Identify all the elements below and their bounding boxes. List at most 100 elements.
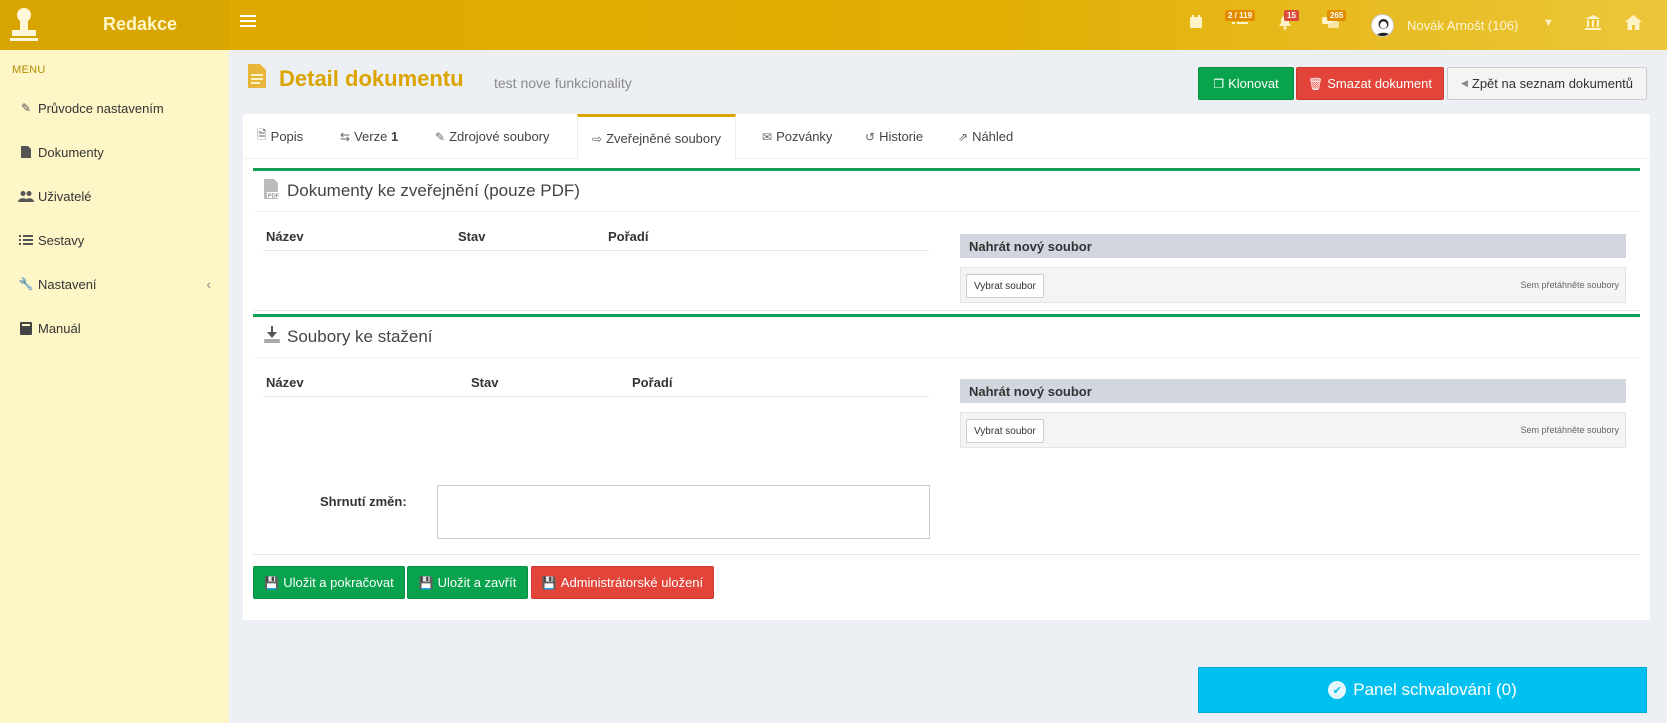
summary-label: Shrnutí změn: (320, 494, 407, 509)
sidebar-item-label: Manuál (38, 320, 81, 336)
sidebar-item-setup-wizard[interactable]: ✎ Průvodce nastavením (0, 90, 229, 126)
clone-button[interactable]: ❐ Klonovat (1198, 67, 1294, 100)
approval-panel-label: Panel schvalování (1353, 680, 1492, 699)
download-icon (263, 325, 281, 349)
document-icon (18, 144, 34, 160)
sidebar-item-label: Sestavy (38, 232, 85, 248)
upload-section-title: Nahrát nový soubor (960, 379, 1626, 403)
table-divider (263, 396, 929, 397)
admin-save-button[interactable]: 💾 Administrátorské uložení (531, 566, 714, 599)
sidebar-item-settings[interactable]: 🔧 Nastavení ‹ (0, 266, 229, 302)
tab-published-files[interactable]: ⇨ Zveřejněné soubory (577, 114, 736, 160)
save-icon: 💾 (541, 575, 557, 590)
sidebar-item-label: Průvodce nastavením (38, 100, 164, 116)
download-box-header: Soubory ke stažení (253, 317, 1640, 358)
history-icon: ↺ (865, 129, 876, 144)
drop-hint: Sem přetáhněte soubory (1520, 280, 1619, 290)
envelope-icon: ✉ (762, 129, 773, 144)
tab-label: Pozvánky (776, 129, 833, 144)
sidebar-item-reports[interactable]: Sestavy (0, 222, 229, 258)
user-dropdown-icon[interactable]: ▼ (1543, 17, 1554, 29)
tab-versions[interactable]: ⇆ Verze 1 (326, 114, 412, 159)
check-circle-icon: ✔ (1328, 681, 1347, 699)
stamp-logo-icon (10, 8, 38, 41)
brand-title: Redakce (103, 14, 178, 34)
save-icon: 💾 (264, 575, 280, 590)
sidebar-item-label: Dokumenty (38, 144, 104, 160)
messages-badge: 265 (1327, 10, 1347, 21)
list-icon (18, 232, 34, 248)
approval-panel-button[interactable]: ✔ Panel schvalování (0) (1198, 667, 1647, 713)
published-documents-box: PDF Dokumenty ke zveřejnění (pouze PDF) … (253, 168, 1640, 310)
sidebar: MENU ✎ Průvodce nastavením Dokumenty Uži… (0, 50, 229, 723)
sidebar-item-users[interactable]: Uživatelé (0, 178, 229, 214)
sidebar-item-label: Uživatelé (38, 188, 92, 204)
user-name[interactable]: Novák Arnošt (106) (1407, 18, 1518, 33)
summary-textarea[interactable] (437, 485, 930, 539)
back-to-list-button[interactable]: ◀ Zpět na seznam dokumentů (1447, 67, 1647, 100)
tab-bar: 🗎 Popis ⇆ Verze 1 ✎ Zdrojové soubory ⇨ Z… (243, 114, 1650, 160)
tab-history[interactable]: ↺ Historie (851, 114, 937, 159)
column-name: Název (266, 229, 304, 244)
save-close-button[interactable]: 💾 Uložit a zavřít (407, 566, 528, 599)
back-label: Zpět na seznam dokumentů (1471, 76, 1634, 91)
document-detail-card: 🗎 Popis ⇆ Verze 1 ✎ Zdrojové soubory ⇨ Z… (243, 114, 1650, 620)
box-divider (253, 310, 1640, 311)
column-order: Pořadí (632, 375, 673, 390)
upload-section-title: Nahrát nový soubor (960, 234, 1626, 258)
save-continue-label: Uložit a pokračovat (283, 575, 394, 590)
sidebar-item-label: Nastavení (38, 276, 97, 292)
exchange-icon: ⇆ (340, 129, 351, 144)
svg-text:PDF: PDF (268, 193, 280, 199)
tab-label: Náhled (972, 129, 1014, 144)
column-order: Pořadí (608, 229, 649, 244)
tab-invitations[interactable]: ✉ Pozvánky (748, 114, 846, 159)
trash-icon: 🗑 (1307, 76, 1324, 91)
tasks-badge: 2 / 119 (1225, 10, 1256, 21)
download-box-title: Soubory ke stažení (287, 327, 433, 346)
brand-area[interactable]: Redakce (0, 0, 229, 50)
column-status: Stav (471, 375, 499, 390)
document-title-icon (248, 64, 266, 88)
upload-dropzone[interactable]: Vybrat soubor Sem přetáhněte soubory (960, 412, 1626, 448)
upload-dropzone[interactable]: Vybrat soubor Sem přetáhněte soubory (960, 267, 1626, 303)
caret-left-icon: ◀ (1460, 78, 1468, 88)
book-icon (18, 320, 34, 336)
sidebar-item-documents[interactable]: Dokumenty (0, 134, 229, 170)
save-continue-button[interactable]: 💾 Uložit a pokračovat (253, 566, 405, 599)
choose-file-button[interactable]: Vybrat soubor (966, 274, 1044, 298)
menu-label: MENU (12, 64, 46, 76)
menu-toggle-icon[interactable] (240, 15, 256, 29)
home-icon[interactable] (1625, 15, 1642, 35)
approval-panel-count: (0) (1495, 680, 1517, 699)
column-name: Název (266, 375, 304, 390)
file-text-icon: 🗎 (257, 128, 267, 142)
user-avatar[interactable] (1371, 14, 1394, 37)
file-export-icon: ⇨ (592, 131, 603, 146)
tab-source-files[interactable]: ✎ Zdrojové soubory (421, 114, 564, 159)
delete-document-button[interactable]: 🗑 Smazat dokument (1296, 67, 1444, 100)
choose-file-button[interactable]: Vybrat soubor (966, 419, 1044, 443)
page-title: Detail dokumentu (279, 66, 464, 91)
tab-preview[interactable]: ⇗ Náhled (944, 114, 1027, 159)
drop-hint: Sem přetáhněte soubory (1520, 425, 1619, 435)
copy-icon: ❐ (1213, 76, 1225, 91)
users-icon (18, 188, 34, 204)
top-bar: Redakce 2 / 119 15 265 Novák Arnošt (106… (0, 0, 1667, 50)
published-box-header: PDF Dokumenty ke zveřejnění (pouze PDF) (253, 171, 1640, 212)
page-subtitle: test nove funkcionality (494, 75, 632, 91)
chevron-left-icon[interactable]: ‹ (206, 276, 211, 292)
versions-count: 1 (390, 129, 399, 144)
file-edit-icon: ✎ (435, 129, 446, 144)
bank-icon[interactable] (1585, 15, 1601, 35)
wrench-icon: 🔧 (18, 277, 34, 291)
table-divider (263, 250, 929, 251)
calendar-icon[interactable] (1189, 15, 1203, 34)
clone-label: Klonovat (1228, 76, 1279, 91)
pencil-icon: ✎ (20, 101, 32, 115)
tab-label: Verze (354, 129, 388, 144)
tab-description[interactable]: 🗎 Popis (243, 114, 317, 159)
external-link-icon: ⇗ (958, 129, 969, 144)
tab-label: Zdrojové soubory (449, 129, 550, 144)
sidebar-item-manual[interactable]: Manuál (0, 310, 229, 346)
